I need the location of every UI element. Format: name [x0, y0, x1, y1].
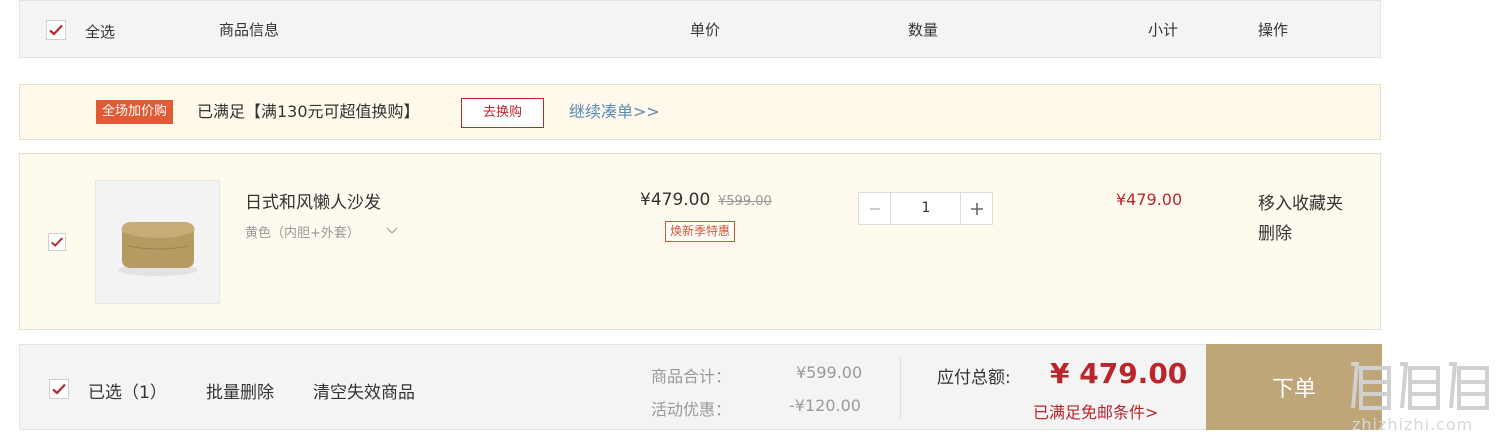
minus-icon — [869, 207, 880, 210]
column-header-unit-price: 单价 — [690, 21, 721, 39]
payable-label: 应付总额: — [937, 368, 1011, 388]
discount-value: -¥120.00 — [789, 396, 861, 415]
product-name[interactable]: 日式和风懒人沙发 — [245, 188, 381, 213]
select-all-label[interactable]: 全选 — [85, 3, 115, 61]
goods-total-value: ¥599.00 — [796, 363, 863, 382]
unit-price: ¥479.00 — [640, 190, 711, 210]
cart-item-row: 日式和风懒人沙发 黄色（内胆+外套） ¥479.00 ¥599.00 焕新季特惠… — [19, 153, 1381, 330]
column-header-actions: 操作 — [1258, 21, 1289, 39]
decrease-quantity-button[interactable] — [859, 193, 891, 224]
chevron-down-icon[interactable] — [385, 226, 399, 236]
beanbag-sofa-image — [117, 222, 198, 276]
product-image[interactable] — [95, 180, 220, 304]
footer-divider — [900, 358, 901, 418]
promotion-message: 已满足【满130元可超值换购】 — [197, 102, 420, 121]
select-all-checkbox[interactable] — [46, 20, 66, 40]
checkout-bar: 已选（1） 批量删除 清空失效商品 商品合计： ¥599.00 活动优惠： -¥… — [19, 344, 1382, 430]
item-checkbox[interactable] — [48, 233, 66, 251]
goods-total-label: 商品合计： — [651, 367, 732, 386]
column-header-quantity: 数量 — [908, 21, 939, 39]
free-shipping-link[interactable]: 已满足免邮条件> — [1033, 399, 1158, 423]
promotion-strip: 全场加价购 已满足【满130元可超值换购】 去换购 继续凑单>> — [19, 84, 1381, 140]
plus-icon — [970, 202, 983, 215]
increase-quantity-button[interactable] — [960, 193, 992, 224]
payable-total: ¥ 479.00 — [1050, 357, 1188, 390]
product-spec[interactable]: 黄色（内胆+外套） — [245, 222, 360, 241]
quantity-input[interactable] — [891, 193, 961, 224]
clear-invalid-button[interactable]: 清空失效商品 — [313, 378, 415, 403]
watermark-site: zhizhizhi.com — [1352, 415, 1474, 434]
select-all-footer-checkbox[interactable] — [49, 379, 69, 399]
move-to-favorites-link[interactable]: 移入收藏夹 — [1258, 189, 1343, 214]
checkmark-icon — [52, 383, 66, 395]
redeem-button[interactable]: 去换购 — [461, 98, 544, 128]
continue-shopping-link[interactable]: 继续凑单>> — [569, 98, 660, 126]
item-subtotal: ¥479.00 — [1116, 190, 1183, 209]
zhizhizhi-logo — [1351, 362, 1489, 410]
promotion-badge: 焕新季特惠 — [665, 221, 736, 242]
delete-item-link[interactable]: 删除 — [1258, 219, 1292, 244]
column-header-product: 商品信息 — [219, 21, 280, 39]
selected-count: 已选（1） — [88, 383, 167, 403]
discount-label: 活动优惠： — [651, 400, 732, 419]
checkmark-icon — [49, 24, 63, 36]
checkmark-icon — [51, 237, 63, 247]
quantity-stepper — [858, 192, 993, 225]
cart-header: 全选 商品信息 单价 数量 小计 操作 — [19, 0, 1381, 58]
promotion-tag: 全场加价购 — [96, 100, 174, 124]
batch-delete-button[interactable]: 批量删除 — [206, 378, 274, 403]
original-price: ¥599.00 — [718, 194, 772, 209]
column-header-subtotal: 小计 — [1148, 21, 1179, 39]
